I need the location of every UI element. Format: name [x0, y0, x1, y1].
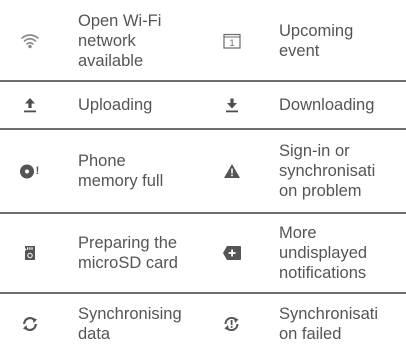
status-label: Open Wi-Fi network available [78, 11, 162, 70]
status-label: Sign-in or synchronisati on problem [279, 142, 376, 200]
table-row: Uploading Downloading [0, 81, 406, 129]
download-icon [221, 94, 243, 116]
table-cell: Sign-in or synchronisati on problem [208, 129, 406, 213]
more-notifications-icon [221, 242, 243, 264]
table-cell: ! Phone memory full [0, 129, 208, 213]
table-cell: Uploading [0, 81, 208, 129]
sd-card-icon [19, 242, 41, 264]
status-label: Synchronisati on failed [279, 305, 379, 343]
table-cell: Synchronising data [0, 293, 208, 355]
status-label: Phone memory full [78, 152, 164, 190]
calendar-event-icon: 1 [221, 30, 243, 52]
sync-icon [19, 313, 41, 335]
table-cell: Open Wi-Fi network available [0, 0, 208, 81]
memory-badge: ! [36, 165, 40, 177]
status-label: Uploading [78, 96, 153, 114]
table-row: Preparing the microSD card More undispla… [0, 213, 406, 293]
table-cell: Downloading [208, 81, 406, 129]
upload-icon [19, 94, 41, 116]
table-cell: 1 Upcoming event [208, 0, 406, 81]
phone-memory-full-icon: ! [19, 160, 41, 182]
table-row: ! Phone memory full Sign-in or synchroni… [0, 129, 406, 213]
status-label: Preparing the microSD card [78, 234, 178, 272]
wifi-open-icon [19, 30, 41, 52]
status-label: Synchronising data [78, 305, 182, 343]
status-label: Upcoming event [279, 21, 354, 60]
table-cell: Synchronisati on failed [208, 293, 406, 355]
table-cell: Preparing the microSD card [0, 213, 208, 293]
status-icon-table: Open Wi-Fi network available 1 Upcoming … [0, 0, 406, 355]
status-label: More undisplayed notifications [279, 224, 368, 282]
sync-failed-icon [221, 313, 243, 335]
table-row: Synchronising data Synchronisati on fail… [0, 293, 406, 355]
table-cell: More undisplayed notifications [208, 213, 406, 293]
table-row: Open Wi-Fi network available 1 Upcoming … [0, 0, 406, 81]
status-label: Downloading [279, 96, 375, 114]
calendar-number: 1 [229, 38, 234, 48]
warning-icon [221, 160, 243, 182]
